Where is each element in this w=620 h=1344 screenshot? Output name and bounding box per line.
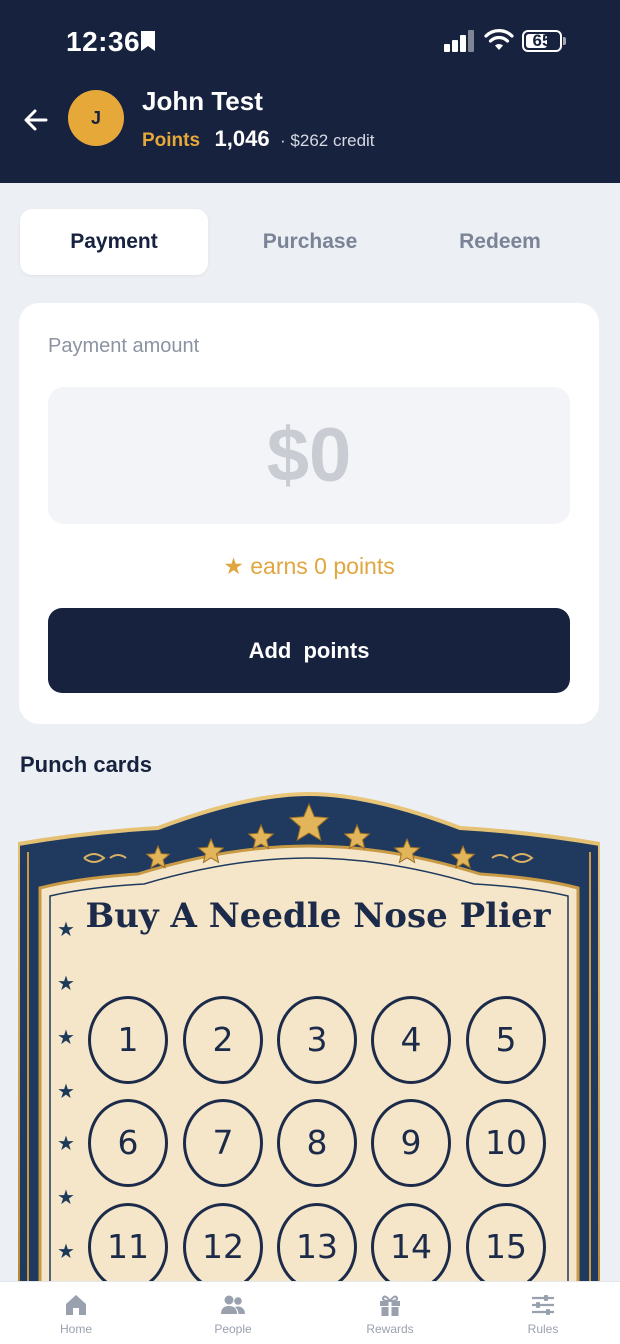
punch-cards-heading: Punch cards [20,752,153,777]
gold-star-icon [288,802,330,842]
punch-card-title: Buy A Needle Nose Plier [85,896,551,936]
punch-circle[interactable]: 2 [183,996,263,1084]
punch-circle[interactable]: 15 [466,1203,546,1291]
payment-card: Payment amount $0 ★ earns 0 points Add p… [19,303,599,724]
punch-circle[interactable]: 14 [371,1203,451,1291]
gold-star-icon [197,837,225,864]
bookmark-icon [141,31,155,51]
payment-amount-input[interactable]: $0 [48,387,570,524]
points-summary: Points 1,046 · $262 credit [142,126,375,152]
side-star-icon: ★ [57,1187,75,1209]
nav-home-label: Home [59,1322,92,1336]
side-star-icon: ★ [57,1081,75,1103]
nav-rules[interactable]: Rules [488,1292,598,1336]
payment-amount-label: Payment amount [48,335,200,357]
nav-people-label: People [214,1322,252,1336]
back-arrow-icon[interactable] [22,106,50,134]
sliders-icon [532,1295,554,1315]
battery-tip [563,37,566,45]
points-label: Points [142,130,201,151]
credit-balance: · $262 credit [280,131,375,150]
avatar[interactable]: J [68,90,124,146]
punch-circle[interactable]: 6 [88,1099,168,1187]
earned-points-text: ★ earns 0 points [223,553,395,579]
wifi-icon [484,29,514,50]
customer-name: John Test [142,86,263,116]
nav-rewards-label: Rewards [366,1322,414,1336]
app-header: 12:36 65 J John Test Points 1,046 · $262… [0,0,620,183]
punch-circle[interactable]: 11 [88,1203,168,1291]
punch-circle[interactable]: 1 [88,996,168,1084]
status-time: 12:36 [66,26,141,57]
battery-level: 65 [532,31,552,50]
side-star-icon: ★ [57,1241,75,1263]
bottom-navigation: Home People Rewards Rules [0,1281,620,1344]
punch-circle[interactable]: 4 [371,996,451,1084]
decorative-stars [145,802,476,869]
tab-payment[interactable]: Payment [20,209,208,275]
side-star-icon: ★ [57,1133,75,1155]
tab-purchase[interactable]: Purchase [216,209,404,275]
punch-circle[interactable]: 10 [466,1099,546,1187]
battery-icon: 65 [522,30,562,52]
punch-circle[interactable]: 3 [277,996,357,1084]
gold-star-icon [145,844,171,869]
side-star-icon: ★ [57,973,75,995]
home-icon [66,1295,86,1315]
add-points-button[interactable]: Add points [48,608,570,693]
status-bar: 12:36 65 [0,0,620,80]
cellular-signal-icon [444,30,476,52]
side-star-icon: ★ [57,919,75,941]
punch-circle[interactable]: 7 [183,1099,263,1187]
points-value: 1,046 [214,126,270,151]
punch-circle[interactable]: 8 [277,1099,357,1187]
punch-card[interactable]: Buy A Needle Nose Plier ★ ★ ★ ★ ★ ★ ★ 12… [18,792,600,1292]
gold-star-icon [247,823,275,850]
transaction-tabs: Payment Purchase Redeem [20,209,600,275]
people-icon [221,1295,245,1314]
nav-rewards[interactable]: Rewards [335,1292,445,1336]
punch-circle[interactable]: 5 [466,996,546,1084]
punch-circle[interactable]: 12 [183,1203,263,1291]
punch-circle[interactable]: 9 [371,1099,451,1187]
punch-circle[interactable]: 13 [277,1203,357,1291]
tab-redeem[interactable]: Redeem [406,209,594,275]
side-star-icon: ★ [57,1027,75,1049]
gold-star-icon [343,823,371,850]
gold-star-icon [393,837,421,864]
nav-home[interactable]: Home [21,1292,131,1336]
gold-star-icon [450,844,476,869]
nav-people[interactable]: People [178,1292,288,1336]
nav-rules-label: Rules [527,1322,559,1336]
gift-icon [380,1295,400,1316]
